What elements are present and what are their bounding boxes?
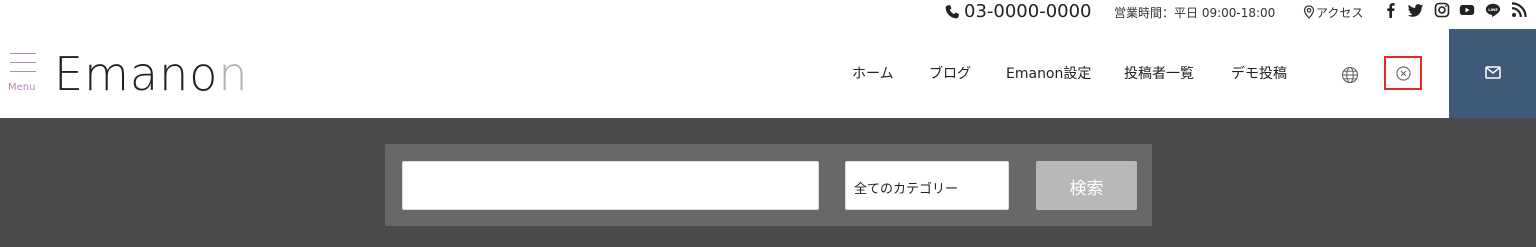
nav-item-home[interactable]: ホーム (852, 65, 894, 83)
site-header: Menu Emanon ホーム ブログ Emanon設定 投稿者一覧 デモ投稿 (0, 30, 1536, 118)
search-input[interactable] (402, 161, 819, 210)
globe-icon[interactable] (1341, 66, 1359, 84)
nav-item-settings[interactable]: Emanon設定 (1006, 65, 1091, 83)
phone-number[interactable]: 03-0000-0000 (964, 1, 1092, 23)
search-section: 全てのカテゴリー 検索 (0, 118, 1536, 247)
instagram-icon[interactable] (1434, 2, 1450, 18)
nav-item-authors[interactable]: 投稿者一覧 (1124, 65, 1194, 83)
category-select[interactable]: 全てのカテゴリー (845, 161, 1009, 210)
menu-line-icon (10, 62, 36, 63)
category-select-value: 全てのカテゴリー (854, 182, 959, 197)
site-logo[interactable]: Emanon (54, 48, 249, 100)
search-button-label: 検索 (1069, 179, 1104, 199)
svg-text:LINE: LINE (1488, 7, 1498, 12)
close-icon (1396, 66, 1411, 81)
nav-item-demo-posts[interactable]: デモ投稿 (1231, 65, 1287, 83)
nav-item-blog[interactable]: ブログ (929, 65, 971, 83)
menu-line-icon (10, 71, 36, 72)
search-button[interactable]: 検索 (1036, 161, 1137, 210)
location-pin-icon (1303, 5, 1315, 19)
line-icon[interactable]: LINE (1485, 2, 1501, 18)
mail-icon (1485, 66, 1501, 79)
top-info-bar: 03-0000-0000 営業時間：平日 09:00-18:00 アクセス LI… (0, 0, 1536, 27)
business-hours: 営業時間：平日 09:00-18:00 (1114, 6, 1276, 20)
contact-mail-button[interactable] (1449, 29, 1536, 118)
search-panel: 全てのカテゴリー 検索 (385, 144, 1152, 226)
facebook-icon[interactable] (1383, 2, 1399, 18)
menu-line-icon (10, 53, 36, 54)
access-link[interactable]: アクセス (1316, 5, 1363, 21)
youtube-icon[interactable] (1459, 2, 1475, 18)
close-button[interactable] (1384, 56, 1422, 90)
phone-icon (945, 5, 959, 19)
rss-icon[interactable] (1511, 2, 1527, 18)
menu-toggle-button[interactable]: Menu (6, 53, 40, 95)
menu-label: Menu (8, 82, 36, 93)
twitter-icon[interactable] (1408, 2, 1424, 18)
